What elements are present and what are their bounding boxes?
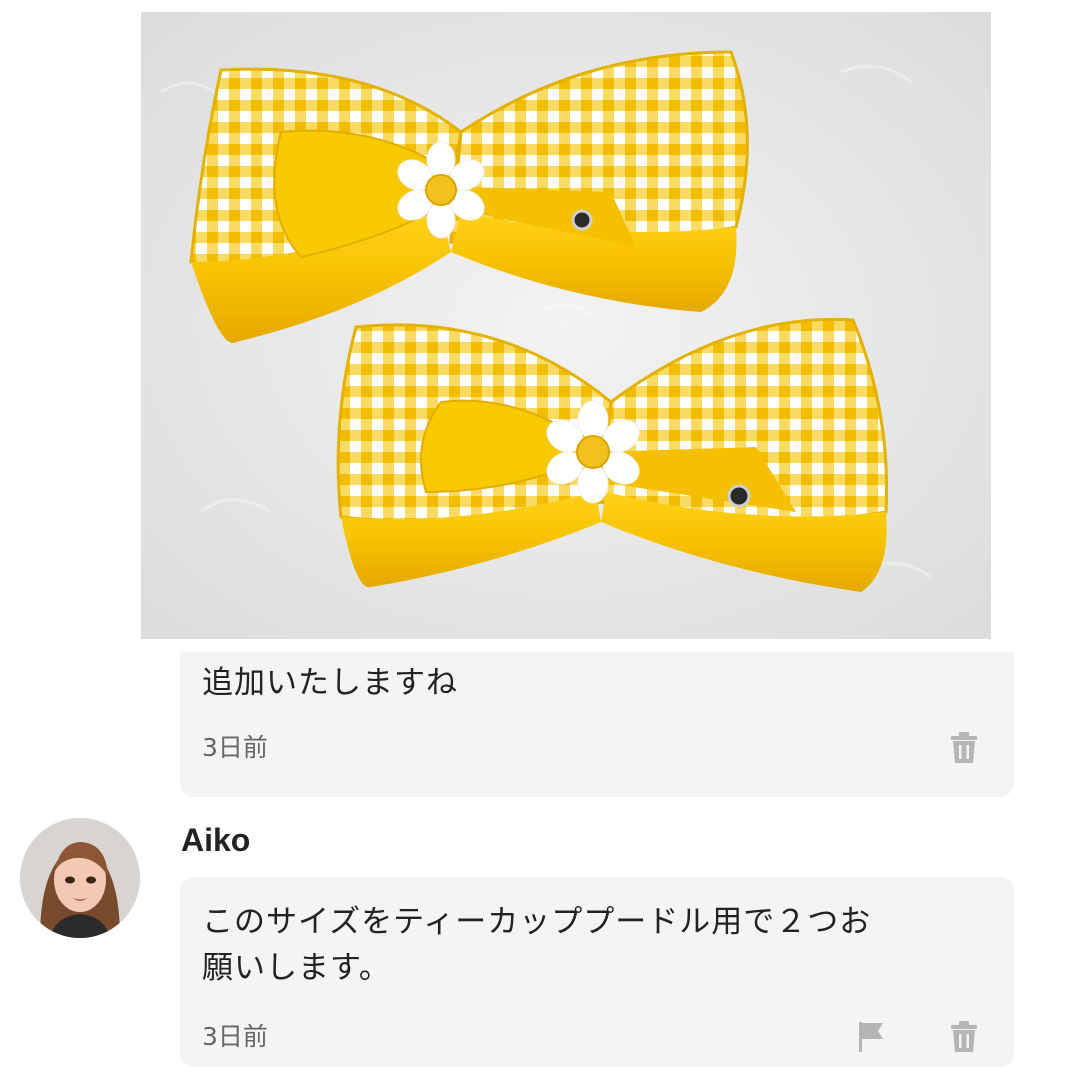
avatar[interactable] <box>20 818 140 938</box>
bows-illustration <box>141 12 991 639</box>
comment-bubble-aiko: このサイズをティーカッププードル用で２つお 願いします。 3日前 <box>180 877 1014 1067</box>
comment-timestamp: 3日前 <box>202 1022 268 1051</box>
comment-thread-page: 追加いたしますね 3日前 Aiko このサイズをティーカッププードル用で２つお … <box>0 0 1080 1080</box>
comment-timestamp: 3日前 <box>202 733 268 762</box>
trash-icon[interactable] <box>947 729 981 767</box>
flag-icon[interactable] <box>854 1018 888 1056</box>
product-photo[interactable] <box>141 12 991 639</box>
comment-bubble-reply: 追加いたしますね 3日前 <box>180 652 1014 797</box>
comment-text: 追加いたしますね <box>202 665 458 701</box>
comment-username[interactable]: Aiko <box>181 822 250 859</box>
comment-text-line-1: このサイズをティーカッププードル用で２つお <box>202 904 872 940</box>
comment-text: このサイズをティーカッププードル用で２つお 願いします。 <box>202 899 992 991</box>
trash-icon[interactable] <box>947 1018 981 1056</box>
comment-text-line-2: 願いします。 <box>202 950 391 986</box>
